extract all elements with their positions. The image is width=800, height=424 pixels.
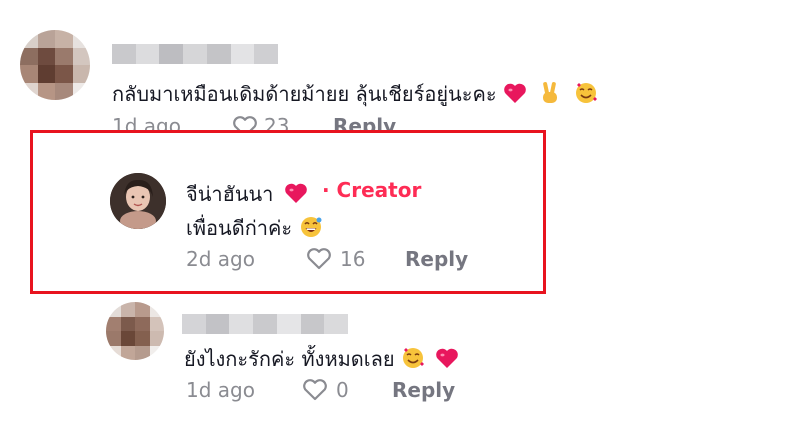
victory-hand-emoji-icon (539, 81, 561, 110)
creator-username[interactable]: จีน่าฮันนา (186, 178, 308, 210)
comment-time: 2d ago (186, 247, 255, 271)
creator-badge: · Creator (322, 178, 422, 202)
like-count: 0 (336, 378, 349, 402)
comment-text: ยังไงกะรักค่ะ ทั้งหมดเลย (184, 343, 459, 375)
grinning-emoji-icon (299, 215, 323, 244)
reply-button[interactable]: Reply (392, 378, 455, 402)
smiling-face-with-hearts-emoji-icon (401, 346, 425, 375)
comment-time: 1d ago (186, 378, 255, 402)
heart-outline-icon[interactable] (306, 248, 332, 274)
heart-emoji-icon (503, 82, 527, 109)
blurred-username[interactable] (112, 44, 279, 64)
heart-outline-icon[interactable] (302, 379, 328, 405)
reply-button[interactable]: Reply (405, 247, 468, 271)
heart-emoji-icon (284, 182, 308, 209)
comment-text: เพื่อนดีก่าค่ะ (186, 212, 323, 244)
smiling-face-with-hearts-emoji-icon (574, 81, 598, 110)
comment-text: กลับมาเหมือนเดิมด้ายม้ายย ลุ้นเชียร์อยู่… (112, 78, 598, 110)
creator-avatar[interactable] (110, 173, 166, 229)
avatar[interactable] (106, 302, 164, 360)
avatar[interactable] (20, 30, 90, 100)
like-count: 16 (340, 247, 366, 271)
blurred-username[interactable] (182, 314, 349, 334)
heart-emoji-icon (435, 347, 459, 374)
